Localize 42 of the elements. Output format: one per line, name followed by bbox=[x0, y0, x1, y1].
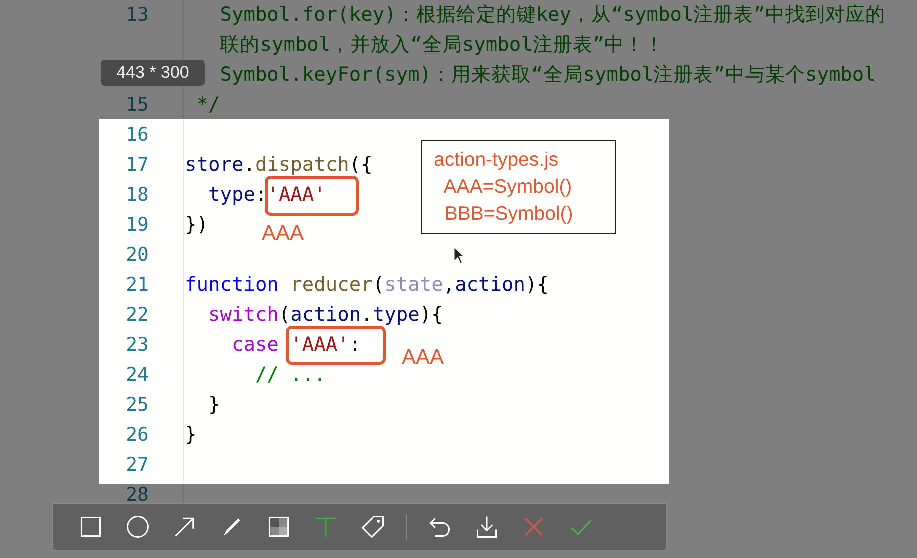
code-line: switch(action.type){ bbox=[207, 303, 444, 326]
line-number: 27 bbox=[126, 454, 149, 476]
line-number: 20 bbox=[126, 244, 149, 266]
code-line: } bbox=[185, 423, 197, 446]
code-line: type:'AAA' bbox=[207, 183, 326, 206]
code-line: Symbol.for(key)：根据给定的键key，从“symbol注册表”中找到对应的 bbox=[219, 3, 886, 26]
line-number: 15 bbox=[126, 94, 149, 116]
line-number: 18 bbox=[126, 184, 149, 206]
circle-icon bbox=[125, 514, 151, 540]
code-line: */ bbox=[196, 93, 220, 116]
line-number: 23 bbox=[126, 334, 149, 356]
code-line: }) bbox=[185, 213, 208, 236]
code-line: case 'AAA': bbox=[230, 333, 362, 356]
size-label: 443 * 300 bbox=[101, 60, 205, 86]
note-text: BBB=Symbol() bbox=[444, 202, 574, 227]
ellipse-tool-button[interactable] bbox=[124, 513, 152, 541]
tag-icon bbox=[360, 514, 386, 540]
annotation-text: AAA bbox=[262, 222, 304, 246]
line-number: 16 bbox=[126, 124, 149, 146]
line-number: 28 bbox=[126, 484, 149, 506]
line-number: 26 bbox=[126, 424, 149, 446]
line-number: 22 bbox=[126, 304, 149, 326]
annotation-text: AAA bbox=[402, 346, 444, 370]
note-text: action-types.js bbox=[434, 148, 559, 173]
code-line: 联的symbol，并放入“全局symbol注册表”中！！ bbox=[219, 33, 665, 56]
mosaic-icon bbox=[266, 514, 292, 540]
code-line: // ... bbox=[254, 363, 326, 386]
square-icon bbox=[78, 514, 104, 540]
line-number: 24 bbox=[126, 364, 149, 386]
code-line: function reducer(state,action){ bbox=[185, 273, 549, 296]
cursor-icon bbox=[453, 246, 466, 265]
download-icon bbox=[474, 514, 500, 540]
code-line: } bbox=[207, 393, 220, 416]
code-line: store.dispatch({ bbox=[185, 153, 373, 176]
code-line: Symbol.keyFor(sym)：用来获取“全局symbol注册表”中与某个symbol bbox=[219, 63, 876, 86]
tag-tool-button[interactable] bbox=[359, 513, 387, 541]
line-number: 17 bbox=[126, 154, 149, 176]
note-text: AAA=Symbol() bbox=[442, 175, 572, 200]
line-number: 21 bbox=[126, 274, 149, 296]
line-number: 13 bbox=[126, 4, 149, 26]
line-number: 25 bbox=[126, 394, 149, 416]
line-number: 19 bbox=[126, 214, 149, 236]
